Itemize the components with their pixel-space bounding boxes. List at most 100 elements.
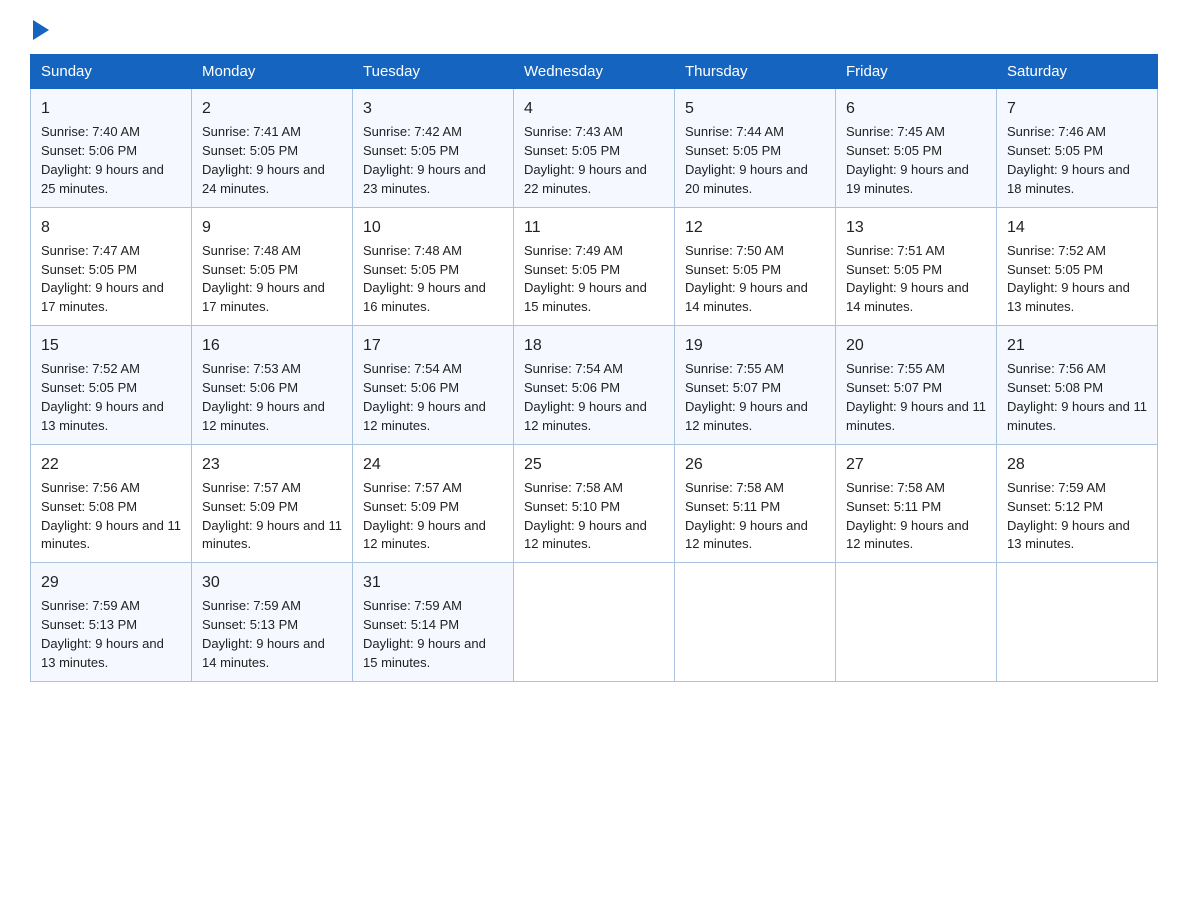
sunrise-label: Sunrise: 7:50 AM <box>685 243 784 258</box>
sunset-label: Sunset: 5:07 PM <box>846 380 942 395</box>
sunset-label: Sunset: 5:05 PM <box>41 380 137 395</box>
day-number: 26 <box>685 453 825 476</box>
day-number: 8 <box>41 216 181 239</box>
calendar-cell: 3Sunrise: 7:42 AMSunset: 5:05 PMDaylight… <box>353 89 514 208</box>
day-number: 21 <box>1007 334 1147 357</box>
day-number: 13 <box>846 216 986 239</box>
sunrise-label: Sunrise: 7:54 AM <box>524 361 623 376</box>
daylight-label: Daylight: 9 hours and 12 minutes. <box>363 399 486 433</box>
sunrise-label: Sunrise: 7:54 AM <box>363 361 462 376</box>
sunrise-label: Sunrise: 7:48 AM <box>363 243 462 258</box>
day-number: 22 <box>41 453 181 476</box>
sunrise-label: Sunrise: 7:57 AM <box>363 480 462 495</box>
header-friday: Friday <box>836 55 997 89</box>
sunset-label: Sunset: 5:09 PM <box>363 499 459 514</box>
calendar-cell: 4Sunrise: 7:43 AMSunset: 5:05 PMDaylight… <box>514 89 675 208</box>
calendar-cell: 17 Sunrise: 7:54 AM Sunset: 5:06 PM Dayligh… <box>353 326 514 445</box>
day-number: 1 <box>41 97 181 120</box>
calendar-week-row: 1Sunrise: 7:40 AMSunset: 5:06 PMDaylight… <box>31 89 1158 208</box>
daylight-label: Daylight: 9 hours and 14 minutes. <box>202 636 325 670</box>
sunrise-label: Sunrise: 7:40 AM <box>41 124 140 139</box>
day-number: 27 <box>846 453 986 476</box>
daylight-label: Daylight: 9 hours and 12 minutes. <box>685 399 808 433</box>
daylight-label: Daylight: 9 hours and 15 minutes. <box>524 280 647 314</box>
sunrise-label: Sunrise: 7:59 AM <box>1007 480 1106 495</box>
day-number: 30 <box>202 571 342 594</box>
daylight-label: Daylight: 9 hours and 11 minutes. <box>41 518 181 552</box>
day-number: 2 <box>202 97 342 120</box>
calendar-week-row: 15Sunrise: 7:52 AMSunset: 5:05 PMDayligh… <box>31 326 1158 445</box>
sunset-label: Sunset: 5:08 PM <box>41 499 137 514</box>
sunrise-label: Sunrise: 7:59 AM <box>363 598 462 613</box>
sunset-label: Sunset: 5:11 PM <box>685 499 780 514</box>
sunset-label: Sunset: 5:05 PM <box>41 262 137 277</box>
sunrise-label: Sunrise: 7:56 AM <box>1007 361 1106 376</box>
calendar-cell <box>836 563 997 682</box>
header-thursday: Thursday <box>675 55 836 89</box>
sunrise-label: Sunrise: 7:59 AM <box>202 598 301 613</box>
sunrise-label: Sunrise: 7:57 AM <box>202 480 301 495</box>
sunset-label: Sunset: 5:05 PM <box>524 143 620 158</box>
calendar-cell: 24Sunrise: 7:57 AMSunset: 5:09 PMDayligh… <box>353 444 514 563</box>
calendar-week-row: 22Sunrise: 7:56 AMSunset: 5:08 PMDayligh… <box>31 444 1158 563</box>
sunrise-label: Sunrise: 7:45 AM <box>846 124 945 139</box>
calendar-cell: 27Sunrise: 7:58 AMSunset: 5:11 PMDayligh… <box>836 444 997 563</box>
calendar-cell: 5Sunrise: 7:44 AMSunset: 5:05 PMDaylight… <box>675 89 836 208</box>
sunrise-label: Sunrise: 7:44 AM <box>685 124 784 139</box>
day-number: 17 <box>363 334 503 357</box>
calendar-header-row: SundayMondayTuesdayWednesdayThursdayFrid… <box>31 55 1158 89</box>
calendar-cell: 26Sunrise: 7:58 AMSunset: 5:11 PMDayligh… <box>675 444 836 563</box>
logo <box>30 20 51 36</box>
daylight-label: Daylight: 9 hours and 19 minutes. <box>846 162 969 196</box>
daylight-label: Daylight: 9 hours and 14 minutes. <box>846 280 969 314</box>
daylight-label: Daylight: 9 hours and 12 minutes. <box>363 518 486 552</box>
sunset-label: Sunset: 5:10 PM <box>524 499 620 514</box>
daylight-label: Daylight: 9 hours and 17 minutes. <box>41 280 164 314</box>
daylight-label: Daylight: 9 hours and 24 minutes. <box>202 162 325 196</box>
day-number: 19 <box>685 334 825 357</box>
daylight-label: Daylight: 9 hours and 14 minutes. <box>685 280 808 314</box>
sunrise-label: Sunrise: 7:55 AM <box>685 361 784 376</box>
calendar-week-row: 29 Sunrise: 7:59 AM Sunset: 5:13 PM Dayligh… <box>31 563 1158 682</box>
day-number: 5 <box>685 97 825 120</box>
daylight-label: Daylight: 9 hours and 13 minutes. <box>1007 280 1130 314</box>
daylight-label: Daylight: 9 hours and 23 minutes. <box>363 162 486 196</box>
calendar-cell: 18Sunrise: 7:54 AMSunset: 5:06 PMDayligh… <box>514 326 675 445</box>
sunrise-label: Sunrise: 7:51 AM <box>846 243 945 258</box>
daylight-label: Daylight: 9 hours and 13 minutes. <box>1007 518 1130 552</box>
sunrise-label: Sunrise: 7:49 AM <box>524 243 623 258</box>
day-number: 28 <box>1007 453 1147 476</box>
sunset-label: Sunset: 5:06 PM <box>363 380 459 395</box>
header-tuesday: Tuesday <box>353 55 514 89</box>
sunset-label: Sunset: 5:09 PM <box>202 499 298 514</box>
sunset-label: Sunset: 5:12 PM <box>1007 499 1103 514</box>
day-number: 29 <box>41 571 181 594</box>
daylight-label: Daylight: 9 hours and 25 minutes. <box>41 162 164 196</box>
day-number: 25 <box>524 453 664 476</box>
calendar-cell: 1Sunrise: 7:40 AMSunset: 5:06 PMDaylight… <box>31 89 192 208</box>
sunset-label: Sunset: 5:05 PM <box>685 262 781 277</box>
calendar-cell: 23Sunrise: 7:57 AMSunset: 5:09 PMDayligh… <box>192 444 353 563</box>
calendar-cell: 7Sunrise: 7:46 AMSunset: 5:05 PMDaylight… <box>997 89 1158 208</box>
daylight-label: Daylight: 9 hours and 15 minutes. <box>363 636 486 670</box>
calendar-cell: 16Sunrise: 7:53 AMSunset: 5:06 PMDayligh… <box>192 326 353 445</box>
sunset-label: Sunset: 5:08 PM <box>1007 380 1103 395</box>
day-number: 4 <box>524 97 664 120</box>
calendar-cell <box>514 563 675 682</box>
sunset-label: Sunset: 5:13 PM <box>202 617 298 632</box>
daylight-label: Daylight: 9 hours and 22 minutes. <box>524 162 647 196</box>
calendar-cell: 9Sunrise: 7:48 AMSunset: 5:05 PMDaylight… <box>192 207 353 326</box>
day-number: 7 <box>1007 97 1147 120</box>
calendar-cell: 2Sunrise: 7:41 AMSunset: 5:05 PMDaylight… <box>192 89 353 208</box>
sunset-label: Sunset: 5:05 PM <box>1007 143 1103 158</box>
daylight-label: Daylight: 9 hours and 11 minutes. <box>202 518 342 552</box>
calendar-cell: 25Sunrise: 7:58 AMSunset: 5:10 PMDayligh… <box>514 444 675 563</box>
sunrise-label: Sunrise: 7:58 AM <box>846 480 945 495</box>
calendar-cell: 10Sunrise: 7:48 AMSunset: 5:05 PMDayligh… <box>353 207 514 326</box>
sunrise-label: Sunrise: 7:47 AM <box>41 243 140 258</box>
day-number: 14 <box>1007 216 1147 239</box>
page-header <box>30 20 1158 36</box>
sunrise-label: Sunrise: 7:59 AM <box>41 598 140 613</box>
calendar-week-row: 8 Sunrise: 7:47 AM Sunset: 5:05 PM Daylight… <box>31 207 1158 326</box>
calendar-cell: 8 Sunrise: 7:47 AM Sunset: 5:05 PM Daylight… <box>31 207 192 326</box>
